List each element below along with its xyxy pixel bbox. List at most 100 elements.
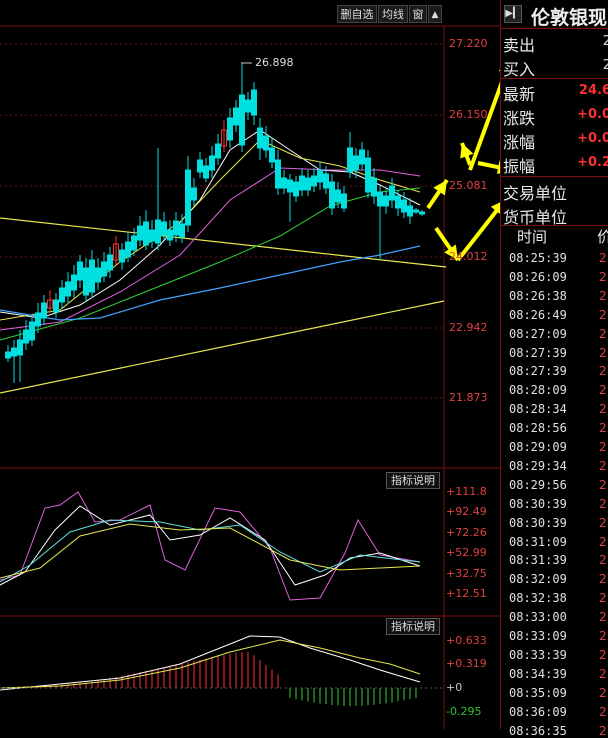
change-value: +0.0: [577, 107, 608, 122]
tick-price: 2: [599, 307, 607, 322]
tick-price: 2: [599, 402, 607, 417]
price-column-header: 价: [597, 228, 608, 246]
indicator-1-lines: [0, 491, 421, 601]
candle-body: [413, 209, 419, 213]
tick-price: 2: [599, 610, 607, 625]
tick-price: 2: [599, 723, 607, 738]
tick-time: 08:26:09: [509, 269, 567, 284]
candle-body: [83, 267, 89, 296]
tick-time: 08:36:35: [509, 723, 567, 738]
candle-body: [287, 179, 293, 193]
change-label: 涨跌: [503, 109, 536, 128]
kline-chart-area[interactable]: 删自选 均线 窗 ▲ 26.898 27.220 26.150 25.081 2…: [0, 0, 500, 729]
candle-body: [155, 219, 161, 244]
indicator-help-button-2[interactable]: 指标说明: [386, 618, 440, 635]
indicator-2-lines: [0, 635, 444, 706]
tick-time: 08:32:09: [509, 572, 567, 587]
delete-watchlist-button[interactable]: 删自选: [337, 5, 377, 23]
candle-body: [359, 149, 365, 165]
macd-dif-line: [0, 635, 421, 691]
candle-body: [65, 281, 71, 297]
candle-body: [77, 261, 83, 281]
candle-body: [161, 221, 167, 236]
candle-body: [395, 195, 401, 209]
candle-body: [407, 205, 413, 217]
candle-body: [323, 173, 329, 189]
candle-body: [137, 225, 143, 241]
amplitude-value: +0.2: [577, 155, 608, 170]
tick-price: 2: [599, 477, 607, 492]
indicator-1-tick: +111.8: [446, 485, 487, 498]
tick-time: 08:27:39: [509, 364, 567, 379]
macd-dea-line: [0, 639, 421, 689]
candle-body: [179, 223, 185, 238]
tick-price: 2: [599, 534, 607, 549]
candle-body: [365, 157, 371, 193]
candle-body: [89, 259, 95, 293]
time-column-header: 时间: [517, 228, 548, 246]
tick-price: 2: [599, 666, 607, 681]
tick-time: 08:31:39: [509, 553, 567, 568]
candle-body: [305, 177, 311, 191]
candle-body: [149, 229, 155, 242]
tick-time: 08:27:09: [509, 326, 567, 341]
tick-time: 08:30:39: [509, 515, 567, 530]
indicator-1-tick: +52.99: [446, 546, 487, 559]
price-tick: 25.081: [449, 179, 488, 192]
candle-body: [227, 117, 233, 141]
tick-price: 2: [599, 345, 607, 360]
amplitude-label: 振幅: [503, 157, 536, 176]
indicator-1-tick: +72.26: [446, 526, 487, 539]
candle-body: [173, 220, 179, 236]
candle-body: [233, 107, 239, 126]
tick-price: 2: [599, 421, 607, 436]
price-tick: 27.220: [449, 37, 488, 50]
candle-body: [5, 351, 11, 359]
candle-body: [269, 147, 275, 163]
price-grid: [0, 43, 444, 399]
collapse-arrow-icon[interactable]: ▶▎: [504, 5, 522, 23]
tick-price: 2: [599, 647, 607, 662]
candle-body: [383, 195, 389, 207]
candle-body: [29, 321, 35, 341]
candle-body: [371, 177, 377, 197]
tick-time: 08:28:34: [509, 402, 567, 417]
candle-body: [101, 261, 107, 277]
tick-time: 08:27:39: [509, 345, 567, 360]
tick-time: 08:30:39: [509, 496, 567, 511]
tick-price: 2: [599, 572, 607, 587]
trendline-lower[interactable]: [0, 300, 445, 394]
candle-body: [23, 329, 29, 344]
candle-body: [59, 287, 65, 303]
ma-line-button[interactable]: 均线: [378, 5, 408, 23]
indicator-help-button-1[interactable]: 指标说明: [386, 472, 440, 489]
tick-price: 2: [599, 364, 607, 379]
change-pct-label: 涨幅: [503, 133, 536, 152]
window-button[interactable]: 窗: [409, 5, 427, 23]
instrument-title: 伦敦银现: [531, 7, 608, 29]
scroll-up-icon[interactable]: ▲: [428, 5, 442, 23]
latest-value: 24.6: [578, 83, 608, 98]
tick-price: 2: [599, 326, 607, 341]
candle-body: [281, 177, 287, 189]
tick-time: 08:28:09: [509, 383, 567, 398]
sell-label: 卖出: [503, 36, 536, 55]
price-tick: 26.150: [449, 108, 488, 121]
candle-body: [377, 191, 383, 207]
candle-body: [53, 299, 59, 313]
price-tick: 22.942: [449, 321, 488, 334]
candle-body: [41, 302, 47, 319]
tick-time: 08:33:00: [509, 610, 567, 625]
tick-price: 2: [599, 383, 607, 398]
candle-body: [185, 169, 191, 226]
candle-body: [125, 241, 131, 258]
tick-time: 08:29:09: [509, 440, 567, 454]
candle-body: [311, 175, 317, 187]
tick-time: 08:33:09: [509, 629, 567, 643]
trendline-upper[interactable]: [0, 217, 447, 268]
arrow-6: [477, 161, 500, 170]
candle-body: [197, 159, 203, 173]
tick-price: 2: [599, 496, 607, 511]
candle-body: [107, 254, 113, 271]
candle-body: [119, 249, 125, 263]
